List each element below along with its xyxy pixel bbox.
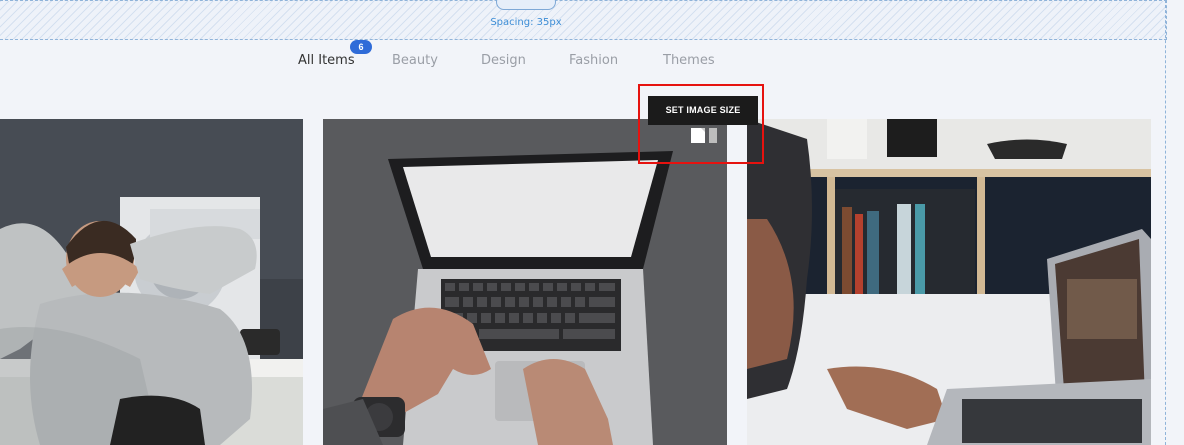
portfolio-item-3[interactable] bbox=[747, 119, 1151, 445]
portfolio-image-man-relaxing bbox=[0, 119, 303, 445]
filter-themes[interactable]: Themes bbox=[663, 53, 715, 68]
spacing-label: Spacing: 35px bbox=[490, 17, 562, 28]
filter-all-items[interactable]: All Items bbox=[298, 53, 355, 68]
filter-fashion[interactable]: Fashion bbox=[569, 53, 618, 68]
highlight-box bbox=[638, 84, 764, 164]
right-guide-line bbox=[1165, 0, 1166, 445]
filter-design[interactable]: Design bbox=[481, 53, 526, 68]
portfolio-image-laptop-top-view bbox=[323, 119, 727, 445]
portfolio-image-desk-laptop bbox=[747, 119, 1151, 445]
item-count-badge: 6 bbox=[350, 40, 372, 54]
spacing-zone[interactable] bbox=[0, 0, 1167, 40]
portfolio-item-1[interactable] bbox=[0, 119, 303, 445]
spacing-drag-handle[interactable]: ••• bbox=[496, 0, 556, 10]
filter-beauty[interactable]: Beauty bbox=[392, 53, 438, 68]
portfolio-item-2[interactable] bbox=[323, 119, 727, 445]
